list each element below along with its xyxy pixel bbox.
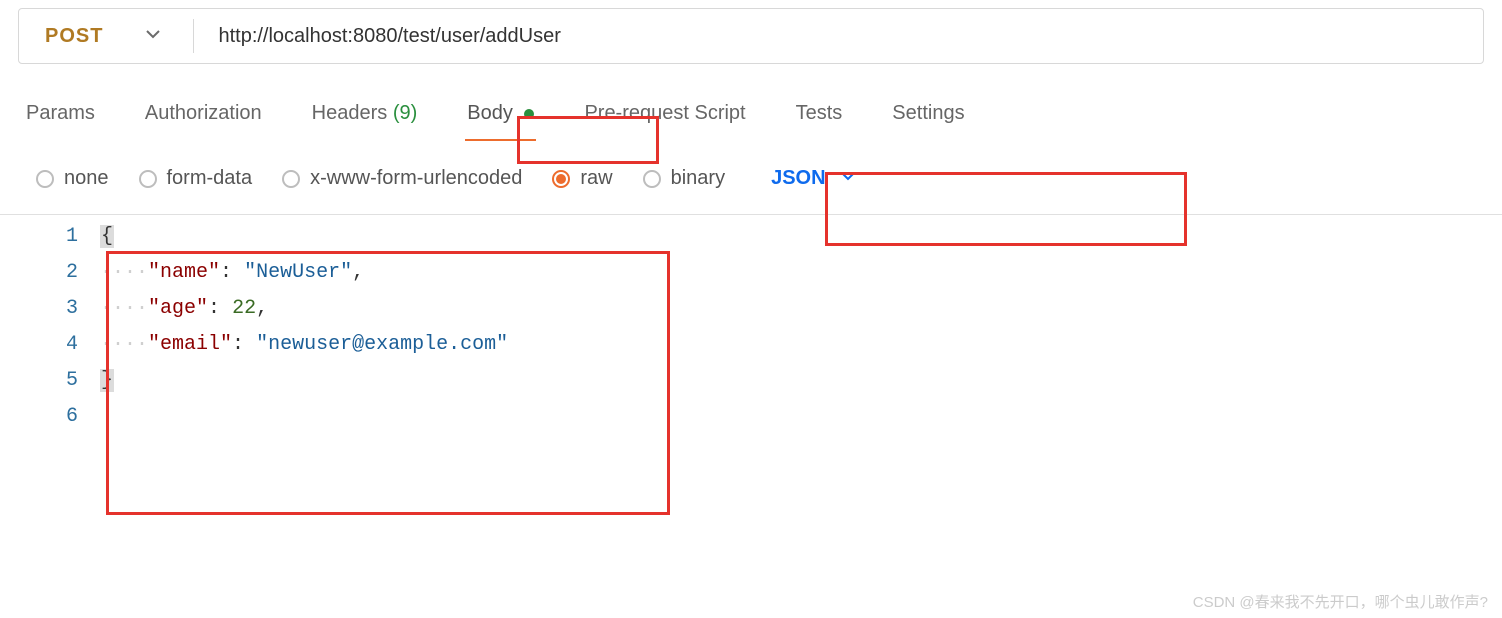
line-number: 6 [0,399,78,435]
code-line: { [100,219,1502,255]
watermark: CSDN @春来我不先开口，哪个虫儿敢作声? [1193,591,1488,612]
radio-icon [36,170,54,188]
radio-icon [643,170,661,188]
chevron-down-icon [145,26,161,47]
body-type-label: x-www-form-urlencoded [310,167,522,190]
content-type-select[interactable]: JSON [771,167,855,190]
http-method-label: POST [45,25,103,48]
body-modified-dot-icon [524,109,534,119]
line-gutter: 1 2 3 4 5 6 [0,215,100,435]
chevron-down-icon [840,167,856,190]
body-type-label: binary [671,167,725,190]
code-line: ····"age": 22, [100,291,1502,327]
tab-body-label: Body [467,102,513,124]
content-type-label: JSON [771,167,825,190]
line-number: 4 [0,327,78,363]
divider [193,19,194,53]
request-tabs: Params Authorization Headers (9) Body Pr… [0,64,1502,139]
line-number: 1 [0,219,78,255]
body-type-label: none [64,167,109,190]
code-line: ····"name": "NewUser", [100,255,1502,291]
body-type-raw[interactable]: raw [552,167,612,190]
line-number: 2 [0,255,78,291]
line-number: 5 [0,363,78,399]
radio-icon [139,170,157,188]
body-type-none[interactable]: none [36,167,109,190]
body-editor[interactable]: 1 2 3 4 5 6 { ····"name": "NewUser", ···… [0,214,1502,435]
code-line: ····"email": "newuser@example.com" [100,327,1502,363]
body-type-options: none form-data x-www-form-urlencoded raw… [0,139,1502,214]
tab-authorization[interactable]: Authorization [141,96,266,139]
body-type-label: raw [580,167,612,190]
code-area[interactable]: { ····"name": "NewUser", ····"age": 22, … [100,215,1502,435]
tab-body[interactable]: Body [463,96,538,139]
http-method-select[interactable]: POST [19,9,183,63]
tab-headers-label: Headers [312,102,388,124]
body-type-binary[interactable]: binary [643,167,725,190]
code-line [100,399,1502,435]
radio-icon [282,170,300,188]
body-type-urlencoded[interactable]: x-www-form-urlencoded [282,167,522,190]
line-number: 3 [0,291,78,327]
tab-prerequest[interactable]: Pre-request Script [580,96,749,139]
tab-params[interactable]: Params [22,96,99,139]
headers-count: (9) [393,102,417,124]
tab-headers[interactable]: Headers (9) [308,96,422,139]
tab-tests[interactable]: Tests [792,96,847,139]
body-type-formdata[interactable]: form-data [139,167,253,190]
code-line: } [100,363,1502,399]
tab-settings[interactable]: Settings [888,96,968,139]
body-type-label: form-data [167,167,253,190]
request-bar: POST [18,8,1484,64]
url-input[interactable] [204,9,1483,63]
radio-selected-icon [552,170,570,188]
